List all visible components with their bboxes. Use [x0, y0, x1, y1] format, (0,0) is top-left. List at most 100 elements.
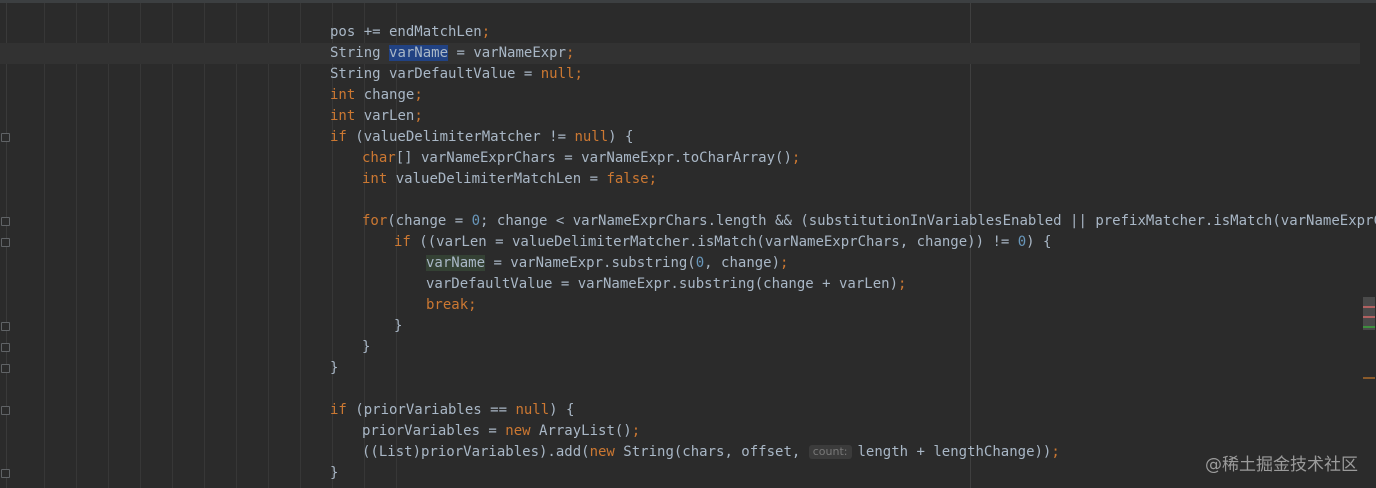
- current-code-line[interactable]: String varName = varNameExpr;: [0, 43, 1360, 64]
- keyword-token: break: [426, 297, 469, 313]
- code-token: (valueDelimiterMatcher !=: [346, 129, 575, 145]
- keyword-token: new: [505, 423, 531, 439]
- indent-guide: [76, 3, 77, 488]
- keyword-token: ;: [648, 171, 658, 187]
- keyword-token: char: [362, 150, 396, 166]
- code-token: ((varLen = valueDelimiterMatcher.isMatch…: [410, 234, 1018, 250]
- indent-guide: [108, 3, 109, 488]
- keyword-token: ;: [414, 108, 423, 124]
- indent-guide: [44, 3, 45, 488]
- keyword-token: ;: [468, 297, 477, 313]
- keyword-token: new: [589, 444, 615, 460]
- code-token: ) {: [549, 402, 575, 418]
- code-text: if (priorVariables == null) {: [330, 400, 574, 421]
- fold-marker-icon[interactable]: [1, 343, 10, 352]
- keyword-token: if: [394, 234, 411, 250]
- code-token: valueDelimiterMatchLen =: [387, 171, 607, 187]
- code-text: break;: [426, 295, 477, 316]
- code-token: (change =: [387, 213, 472, 229]
- indent-guide: [300, 3, 301, 488]
- code-text: varName = varNameExpr.substring(0, chang…: [426, 253, 788, 274]
- top-bar: [0, 0, 1376, 3]
- stripe-mark: [1363, 326, 1375, 328]
- code-token: }: [394, 318, 403, 334]
- code-token: change: [355, 87, 415, 103]
- code-token: ) {: [608, 129, 634, 145]
- keyword-token: ;: [780, 255, 789, 271]
- keyword-token: ;: [481, 24, 491, 40]
- stripe-mark: [1363, 316, 1375, 318]
- number-token: 0: [471, 213, 481, 229]
- parameter-hint: count:: [808, 445, 852, 459]
- code-text: int valueDelimiterMatchLen = false;: [362, 169, 657, 190]
- keyword-token: ;: [566, 45, 575, 61]
- code-text: char[] varNameExprChars = varNameExpr.to…: [362, 148, 800, 169]
- code-token: }: [362, 339, 371, 355]
- keyword-token: ;: [898, 276, 907, 292]
- code-token: }: [330, 465, 339, 481]
- number-token: 0: [1017, 234, 1027, 250]
- code-text: for(change = 0; change < varNameExprChar…: [362, 211, 1376, 232]
- keyword-token: ;: [791, 150, 801, 166]
- fold-marker-icon[interactable]: [1, 133, 10, 142]
- indent-guide: [236, 3, 237, 488]
- code-text: ((List)priorVariables).add(new String(ch…: [362, 442, 1060, 463]
- fold-marker-icon[interactable]: [1, 217, 10, 226]
- stripe-mark: [1363, 377, 1375, 379]
- keyword-token: int: [330, 87, 356, 103]
- code-text: String varDefaultValue = null;: [330, 64, 583, 85]
- code-text: }: [330, 463, 338, 484]
- code-token: , change): [704, 255, 781, 271]
- code-token: ) {: [1026, 234, 1052, 250]
- code-text: if (valueDelimiterMatcher != null) {: [330, 127, 633, 148]
- code-token: }: [330, 360, 339, 376]
- keyword-token: null: [540, 66, 575, 82]
- code-token: varDefaultValue = varNameExpr.substring(…: [426, 276, 899, 292]
- code-token: String: [330, 45, 390, 61]
- code-token: = varNameExpr.substring(: [485, 255, 696, 271]
- fold-marker-icon[interactable]: [1, 238, 10, 247]
- keyword-token: int: [330, 108, 356, 124]
- code-text: }: [330, 358, 338, 379]
- keyword-token: ;: [631, 423, 641, 439]
- keyword-token: for: [362, 213, 388, 229]
- code-token: length + lengthChange)): [857, 444, 1052, 460]
- error-stripe: [1362, 0, 1376, 488]
- code-token: priorVariables =: [362, 423, 506, 439]
- code-text: }: [362, 337, 370, 358]
- watermark: @稀土掘金技术社区: [1205, 455, 1358, 475]
- code-text: varDefaultValue = varNameExpr.substring(…: [426, 274, 906, 295]
- keyword-token: false: [606, 171, 649, 187]
- code-text: int change;: [330, 85, 423, 106]
- code-token: ArrayList(): [530, 423, 632, 439]
- highlighted-identifier: varName: [426, 255, 486, 271]
- code-token: ((List)priorVariables).add(: [362, 444, 590, 460]
- keyword-token: if: [330, 402, 347, 418]
- keyword-token: null: [515, 402, 550, 418]
- keyword-token: null: [574, 129, 609, 145]
- selected-identifier: varName: [389, 45, 449, 61]
- code-text: if ((varLen = valueDelimiterMatcher.isMa…: [394, 232, 1051, 253]
- code-token: varLen: [355, 108, 415, 124]
- fold-marker-icon[interactable]: [1, 322, 10, 331]
- code-text: priorVariables = new ArrayList();: [362, 421, 640, 442]
- fold-marker-icon[interactable]: [1, 364, 10, 373]
- indent-guide: [268, 3, 269, 488]
- number-token: 0: [695, 255, 705, 271]
- code-token: String varDefaultValue =: [330, 66, 541, 82]
- fold-marker-icon[interactable]: [1, 406, 10, 415]
- keyword-token: ;: [574, 66, 583, 82]
- code-text: pos += endMatchLen;: [330, 22, 490, 43]
- stripe-mark: [1363, 306, 1375, 308]
- indent-guide: [140, 3, 141, 488]
- keyword-token: ;: [414, 87, 423, 103]
- code-token: = varNameExpr: [448, 45, 567, 61]
- keyword-token: ;: [1051, 444, 1060, 460]
- code-text: String varName = varNameExpr;: [330, 43, 574, 64]
- fold-marker-icon[interactable]: [1, 469, 10, 478]
- code-token: [] varNameExprChars = varNameExpr.toChar…: [395, 150, 792, 166]
- keyword-token: if: [330, 129, 347, 145]
- keyword-token: int: [362, 171, 388, 187]
- indent-guide: [204, 3, 205, 488]
- code-text: }: [394, 316, 402, 337]
